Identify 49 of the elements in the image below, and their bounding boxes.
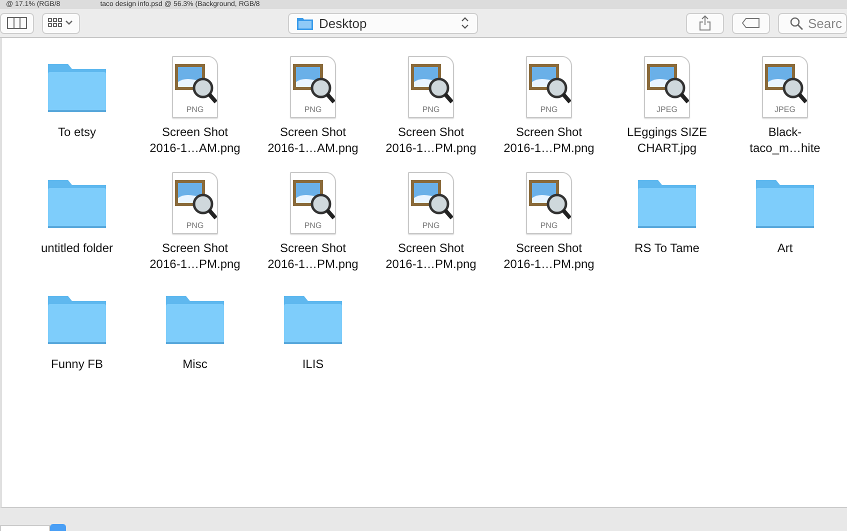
grid-chevron-icon — [48, 18, 74, 28]
file-type-label: PNG — [186, 221, 204, 230]
tag-button[interactable] — [732, 12, 770, 34]
folder-name[interactable]: RS To Tame — [634, 240, 700, 256]
popup-button[interactable] — [50, 524, 66, 531]
folder-icon — [46, 294, 108, 346]
file-name[interactable]: Screen Shot 2016-1…PM.png — [504, 240, 594, 272]
share-icon — [699, 15, 711, 31]
file-type-label: PNG — [186, 105, 204, 114]
folder-icon — [754, 178, 816, 230]
tag-icon — [742, 18, 760, 28]
file-type-label: PNG — [304, 221, 322, 230]
folder-name[interactable]: ILIS — [302, 356, 324, 372]
path-popup-button[interactable]: Desktop — [288, 12, 478, 34]
arrange-button[interactable] — [42, 12, 80, 34]
file-name[interactable]: LEggings SIZE CHART.jpg — [626, 124, 708, 156]
file-name[interactable]: Screen Shot 2016-1…AM.png — [150, 124, 240, 156]
file-type-label: JPEG — [774, 105, 796, 114]
file-name[interactable]: Screen Shot 2016-1…PM.png — [386, 124, 476, 156]
updown-chevron-icon — [461, 17, 469, 29]
folder-name[interactable]: Art — [777, 240, 793, 256]
folder-name[interactable]: Funny FB — [50, 356, 104, 372]
file-name[interactable]: Screen Shot 2016-1…AM.png — [268, 124, 358, 156]
folder-icon — [282, 294, 344, 346]
folder-name[interactable]: untitled folder — [40, 240, 114, 256]
folder-icon — [46, 62, 108, 114]
file-type-label: JPEG — [656, 105, 678, 114]
file-type-label: PNG — [540, 221, 558, 230]
file-type-label: PNG — [540, 105, 558, 114]
folder-icon — [164, 294, 226, 346]
text-field[interactable] — [0, 525, 50, 531]
folder-name[interactable]: Misc — [182, 356, 208, 372]
file-type-label: PNG — [304, 105, 322, 114]
columns-icon — [7, 17, 27, 29]
file-type-label: PNG — [422, 105, 440, 114]
column-view-button[interactable] — [0, 12, 34, 34]
folder-icon — [636, 178, 698, 230]
folder-icon — [46, 178, 108, 230]
file-type-label: PNG — [422, 221, 440, 230]
file-name[interactable]: Screen Shot 2016-1…PM.png — [386, 240, 476, 272]
file-name[interactable]: Screen Shot 2016-1…PM.png — [504, 124, 594, 156]
search-icon — [790, 16, 803, 30]
search-field[interactable]: Searc — [778, 12, 847, 34]
file-name[interactable]: Black- taco_m…hite — [750, 124, 820, 156]
folder-name[interactable]: To etsy — [58, 124, 96, 140]
file-name[interactable]: Screen Shot 2016-1…PM.png — [150, 240, 240, 272]
folder-icon — [297, 16, 313, 30]
share-button[interactable] — [686, 12, 724, 34]
file-name[interactable]: Screen Shot 2016-1…PM.png — [268, 240, 358, 272]
